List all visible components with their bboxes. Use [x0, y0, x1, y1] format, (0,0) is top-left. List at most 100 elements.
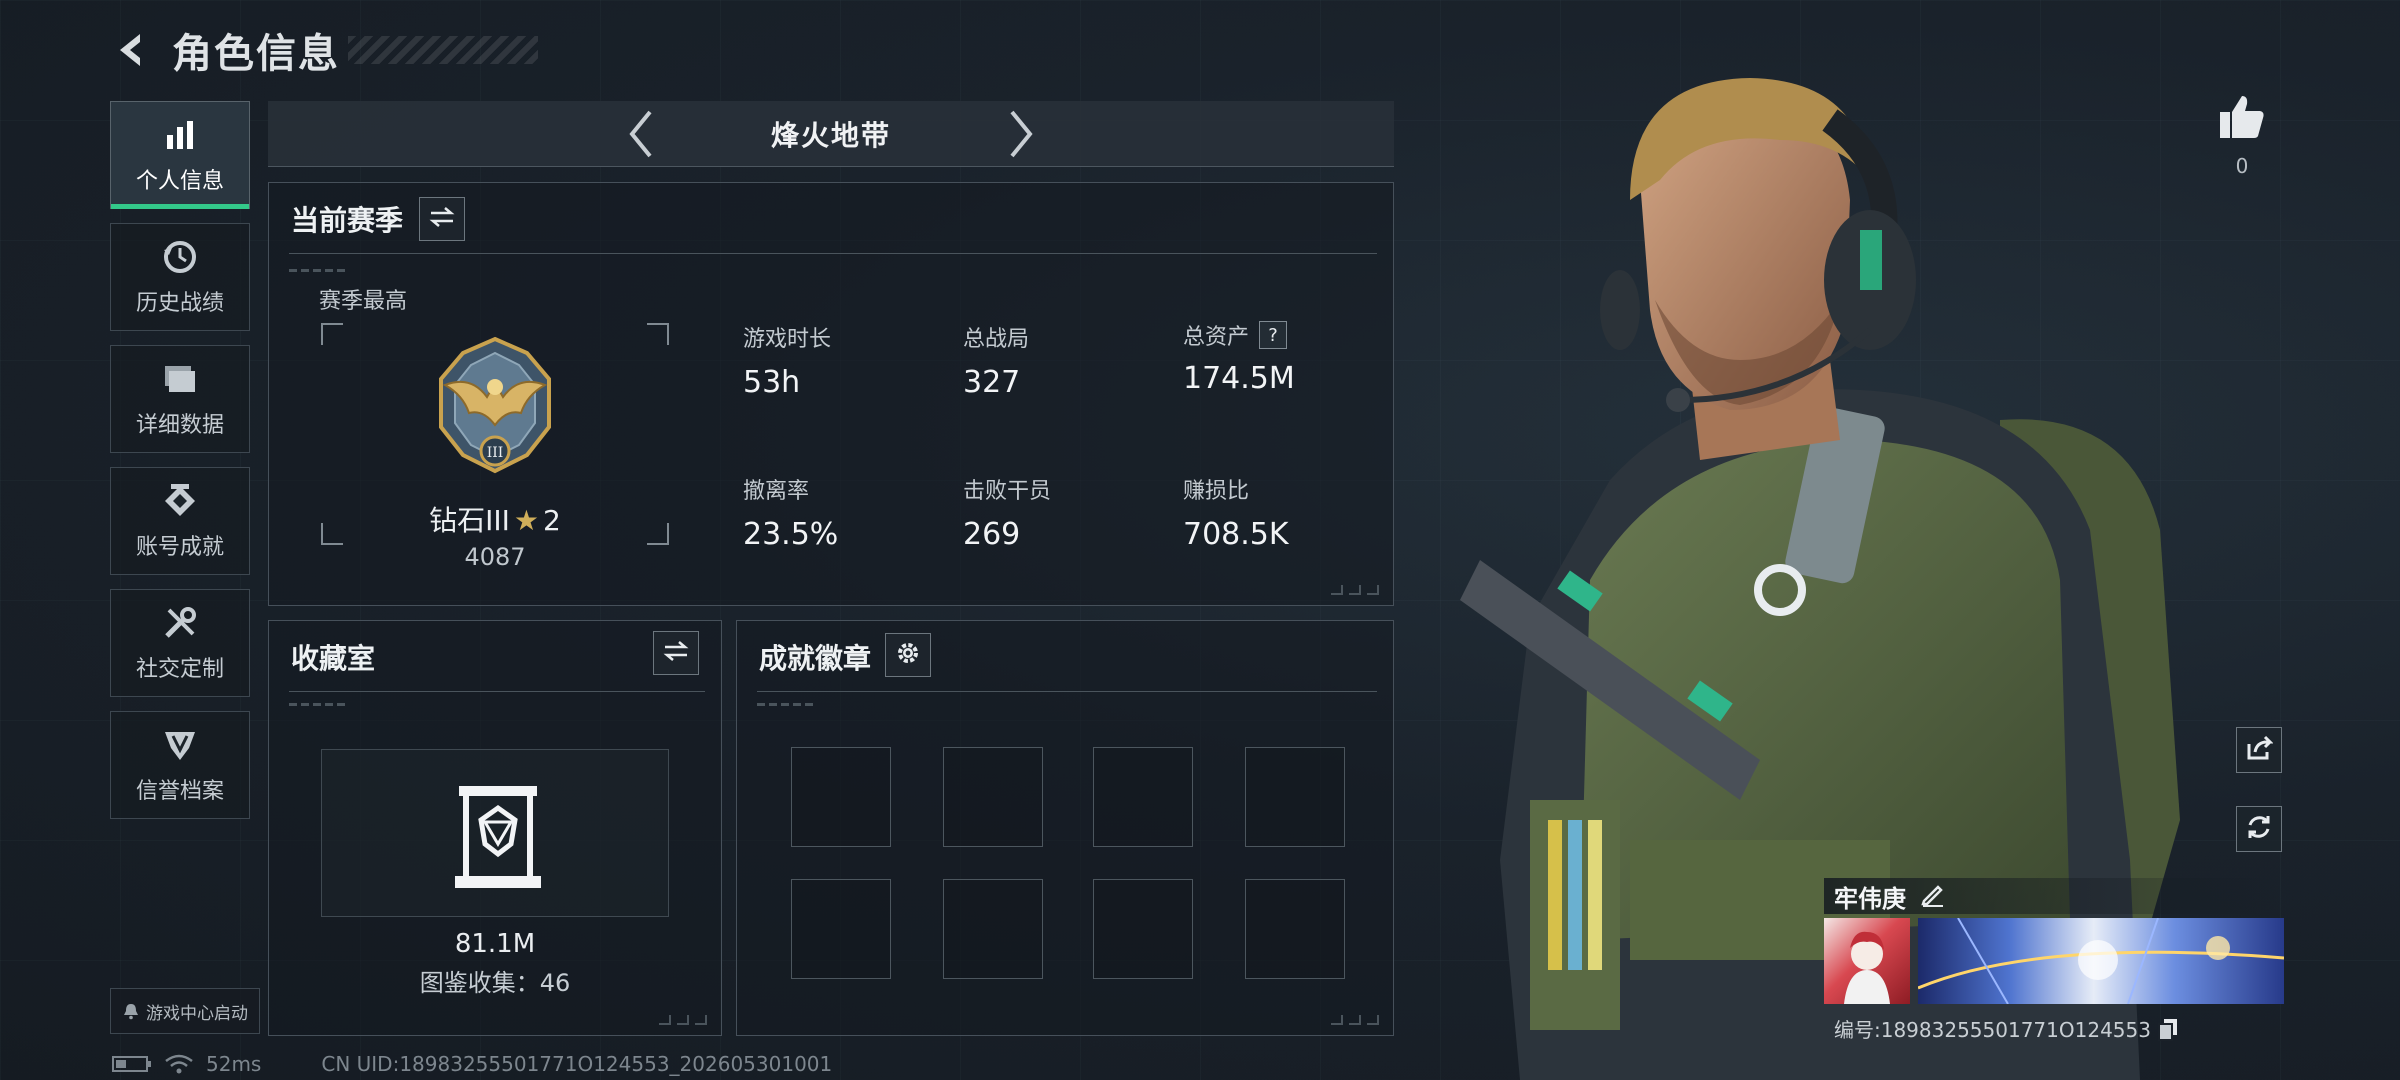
season-title: 当前赛季 [291, 204, 404, 237]
stat-label: 总资产 [1183, 325, 1250, 350]
badge-slot[interactable] [791, 747, 891, 847]
history-clock-icon [160, 237, 200, 277]
like-button[interactable]: 0 [2214, 94, 2270, 178]
badge-slot[interactable] [1093, 747, 1193, 847]
divider [289, 691, 705, 692]
badge-slot[interactable] [943, 879, 1043, 979]
refresh-button[interactable] [2236, 806, 2282, 852]
badge-settings-button[interactable] [885, 633, 931, 677]
panel-corner-marks [659, 1015, 707, 1025]
stat-label: 游戏时长 [743, 327, 832, 352]
sidebar-item-social-custom[interactable]: 社交定制 [110, 589, 250, 697]
star-icon: ★ [513, 504, 540, 537]
bell-icon [122, 1002, 140, 1020]
ping-readout: 52ms [206, 1052, 262, 1076]
page-title: 角色信息 [172, 31, 340, 77]
page-header: 角色信息 [110, 22, 538, 78]
divider-ticks [289, 703, 349, 706]
stat-label: 击败干员 [963, 479, 1052, 504]
panel-corner-marks [1331, 585, 1379, 595]
collection-showcase[interactable] [321, 749, 669, 917]
badge-slot[interactable] [1245, 747, 1345, 847]
swap-icon [663, 640, 689, 666]
season-switch-button[interactable] [419, 197, 465, 241]
stat-label: 撤离率 [743, 479, 810, 504]
rank-stars: 2 [543, 504, 561, 537]
chevron-left-icon[interactable] [616, 109, 666, 159]
season-best-label: 赛季最高 [319, 289, 408, 314]
sidebar-item-label: 社交定制 [135, 657, 224, 682]
collection-switch-button[interactable] [653, 631, 699, 675]
badge-slot[interactable] [1245, 879, 1345, 979]
title-decoration [348, 36, 538, 64]
rank-display: III 钻石III ★ 2 4087 [321, 323, 669, 571]
divider [289, 253, 1377, 254]
rank-score: 4087 [464, 543, 526, 571]
avatar[interactable] [1824, 918, 1910, 1004]
shield-icon [160, 725, 200, 765]
sidebar-item-detailed-data[interactable]: 详细数据 [110, 345, 250, 453]
help-icon[interactable]: ? [1259, 321, 1288, 349]
tools-icon [160, 603, 200, 643]
mode-name: 烽火地带 [770, 118, 891, 152]
chevron-right-icon[interactable] [996, 109, 1046, 159]
badge-slot[interactable] [943, 747, 1043, 847]
stat-operators-defeated: 击败干员 269 [963, 473, 1051, 552]
sidebar-item-label: 信誉档案 [135, 779, 224, 804]
achievement-icon [160, 481, 200, 521]
sidebar-item-personal-info[interactable]: 个人信息 [110, 101, 250, 209]
badges-title: 成就徽章 [759, 642, 872, 675]
collection-panel: 收藏室 81.1M 图鉴收集：46 [268, 620, 722, 1036]
stat-total-assets: 总资产? 174.5M [1183, 319, 1295, 396]
mode-selector: 烽火地带 [268, 101, 1394, 167]
battery-icon [112, 1054, 152, 1074]
bar-chart-icon [160, 115, 200, 155]
launch-label: 游戏中心启动 [146, 1003, 248, 1024]
sidebar-item-label: 个人信息 [135, 169, 224, 194]
stat-label: 总战局 [963, 327, 1030, 352]
uid-readout: CN UID:18983255501771O124553_20260530100… [321, 1052, 833, 1076]
divider [757, 691, 1377, 692]
rank-emblem-icon: III [431, 335, 559, 475]
stat-value: 174.5M [1183, 361, 1295, 396]
share-icon [2245, 734, 2274, 766]
stat-total-matches: 总战局 327 [963, 321, 1029, 400]
stat-value: 23.5% [743, 517, 839, 552]
svg-text:III: III [487, 445, 504, 461]
profile-banner[interactable] [1918, 918, 2284, 1004]
collection-value: 81.1M [454, 929, 536, 959]
divider-ticks [757, 703, 817, 706]
back-arrow-icon[interactable] [110, 28, 154, 72]
display-case-icon [453, 782, 543, 892]
stat-extract-rate: 撤离率 23.5% [743, 473, 838, 552]
swap-icon [429, 206, 455, 232]
stat-value: 708.5K [1183, 517, 1289, 552]
sidebar-item-label: 详细数据 [135, 413, 224, 438]
wifi-icon [164, 1053, 194, 1075]
sidebar-item-reputation[interactable]: 信誉档案 [110, 711, 250, 819]
game-center-launch-button[interactable]: 游戏中心启动 [110, 988, 260, 1034]
badge-slot[interactable] [791, 879, 891, 979]
sidebar-item-achievements[interactable]: 账号成就 [110, 467, 250, 575]
player-name: 牢伟庚 [1834, 884, 1906, 913]
folder-icon [160, 359, 200, 399]
panel-corner-marks [1331, 1015, 1379, 1025]
thumbs-up-icon [2218, 94, 2266, 144]
stat-value: 53h [743, 365, 801, 400]
copy-icon[interactable] [2157, 1017, 2179, 1041]
stat-profit-ratio: 赚损比 708.5K [1183, 473, 1289, 552]
edit-icon[interactable] [1920, 881, 1946, 911]
like-count: 0 [2235, 154, 2249, 178]
collection-title: 收藏室 [291, 642, 376, 675]
share-button[interactable] [2236, 727, 2282, 773]
refresh-icon [2245, 813, 2273, 845]
season-panel: 当前赛季 赛季最高 III 钻石III★2 4087 游戏时长 53h 总战 [268, 182, 1394, 606]
badges-panel: 成就徽章 [736, 620, 1394, 1036]
sidebar-item-label: 账号成就 [135, 535, 224, 560]
rank-tier: 钻石III [429, 504, 510, 537]
player-name-row: 牢伟庚 [1824, 878, 2284, 914]
badge-slot[interactable] [1093, 879, 1193, 979]
stat-label: 赚损比 [1183, 479, 1250, 504]
sidebar-item-history[interactable]: 历史战绩 [110, 223, 250, 331]
divider-ticks [289, 269, 349, 272]
